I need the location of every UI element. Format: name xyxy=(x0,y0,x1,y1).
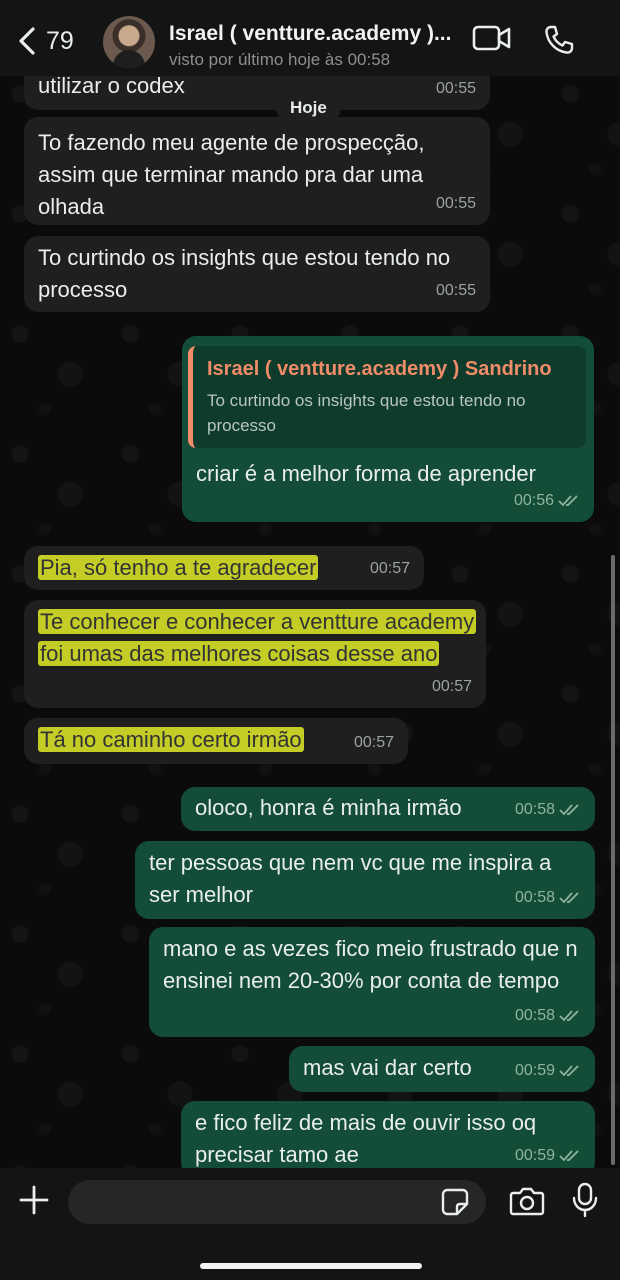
message-text: mano e as vezes fico meio frustrado que … xyxy=(163,936,578,993)
unread-count: 79 xyxy=(46,26,74,55)
message-text: Tá no caminho certo irmão xyxy=(38,727,304,752)
message-outgoing[interactable]: e fico feliz de mais de ouvir isso oq pr… xyxy=(181,1101,595,1177)
message-incoming[interactable]: To curtindo os insights que estou tendo … xyxy=(24,236,490,312)
video-icon[interactable] xyxy=(472,24,512,52)
message-time: 00:57 xyxy=(431,678,472,695)
quote-text: To curtindo os insights que estou tendo … xyxy=(207,391,526,435)
sticker-icon[interactable] xyxy=(441,1188,469,1216)
message-time: 00:56 xyxy=(513,492,554,509)
message-time: 00:55 xyxy=(435,195,476,212)
contact-info[interactable]: Israel ( ventture.academy )... visto por… xyxy=(169,22,459,70)
message-time: 00:58 xyxy=(514,889,555,906)
message-time: 00:58 xyxy=(514,801,555,818)
message-time: 00:55 xyxy=(435,282,476,299)
home-indicator[interactable] xyxy=(200,1263,422,1269)
message-incoming[interactable]: To fazendo meu agente de prospecção, ass… xyxy=(24,117,490,225)
phone-icon[interactable] xyxy=(543,24,575,56)
message-input[interactable] xyxy=(68,1180,486,1224)
contact-name: Israel ( ventture.academy )... xyxy=(169,22,452,45)
message-outgoing[interactable]: ter pessoas que nem vc que me inspira a … xyxy=(135,841,595,919)
double-check-icon xyxy=(559,892,579,904)
message-text: To fazendo meu agente de prospecção, ass… xyxy=(38,130,425,219)
message-time: 00:58 xyxy=(514,1007,555,1024)
message-incoming[interactable]: Tá no caminho certo irmão 00:57 xyxy=(24,718,408,764)
date-separator: Hoje xyxy=(276,95,341,121)
microphone-icon[interactable] xyxy=(571,1182,599,1218)
message-text: Pia, só tenho a te agradecer xyxy=(38,555,319,580)
chevron-left-icon xyxy=(19,27,35,55)
message-text: To curtindo os insights que estou tendo … xyxy=(38,245,451,302)
back-button[interactable]: 79 xyxy=(16,26,74,56)
reply-quote[interactable]: Israel ( ventture.academy ) Sandrino To … xyxy=(188,346,586,448)
avatar[interactable] xyxy=(103,16,155,68)
message-incoming[interactable]: Te conhecer e conhecer a ventture academ… xyxy=(24,600,486,708)
last-seen-status: visto por último hoje às 00:58 xyxy=(169,50,391,69)
message-outgoing[interactable]: oloco, honra é minha irmão 00:58 xyxy=(181,787,595,831)
message-time: 00:59 xyxy=(514,1062,555,1079)
double-check-icon xyxy=(559,1010,579,1022)
double-check-icon xyxy=(558,495,578,507)
message-time: 00:55 xyxy=(435,80,476,97)
message-outgoing[interactable]: mano e as vezes fico meio frustrado que … xyxy=(149,927,595,1037)
chat-header: 79 Israel ( ventture.academy )... visto … xyxy=(0,0,620,76)
message-text: Te conhecer e conhecer a ventture academ… xyxy=(38,609,477,666)
message-outgoing[interactable]: Israel ( ventture.academy ) Sandrino To … xyxy=(182,336,594,522)
message-time: 00:57 xyxy=(353,734,394,751)
quote-author: Israel ( ventture.academy ) Sandrino xyxy=(207,358,552,380)
message-time: 00:57 xyxy=(369,560,410,577)
camera-icon[interactable] xyxy=(509,1186,545,1216)
scrollbar[interactable] xyxy=(611,555,615,1165)
double-check-icon xyxy=(559,1150,579,1162)
message-incoming[interactable]: Pia, só tenho a te agradecer 00:57 xyxy=(24,546,424,590)
plus-icon[interactable] xyxy=(18,1184,50,1216)
double-check-icon xyxy=(559,1065,579,1077)
double-check-icon xyxy=(559,804,579,816)
message-outgoing[interactable]: mas vai dar certo 00:59 xyxy=(289,1046,595,1092)
